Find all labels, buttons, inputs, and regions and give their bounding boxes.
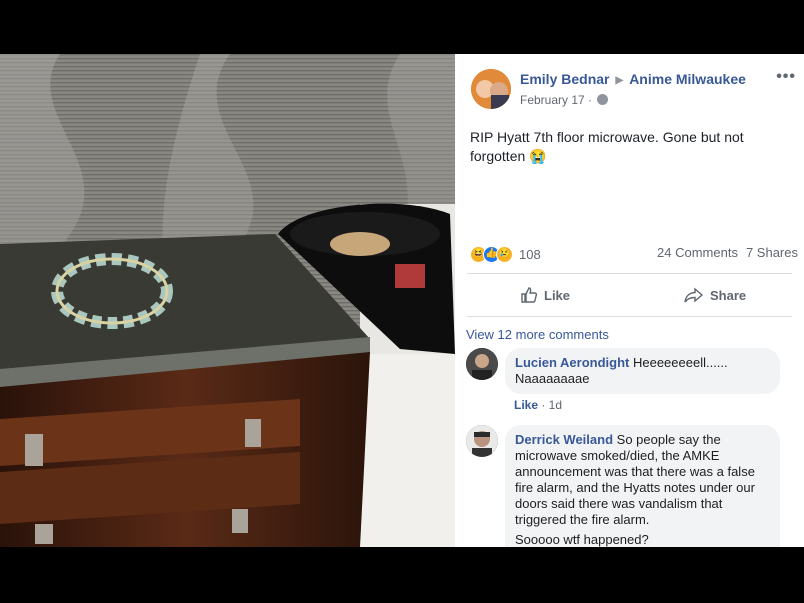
like-button[interactable]: Like (520, 284, 570, 306)
comment-bubble: Derrick Weiland So people say the microw… (505, 425, 780, 547)
post-author-line: Emily Bednar ▶ Anime Milwaukee (520, 71, 746, 87)
commenter-avatar[interactable] (466, 425, 498, 457)
divider (467, 273, 792, 274)
comment-text-continued: Sooooo wtf happened? (515, 532, 649, 547)
thumbs-up-icon (521, 287, 538, 303)
arrow-right-icon: ▶ (615, 75, 624, 86)
like-label: Like (544, 287, 571, 303)
comment-like-button[interactable]: Like (514, 398, 538, 412)
post-meta: February 17 · (520, 93, 609, 107)
share-label: Share (710, 287, 747, 303)
engagement-counts: 24 Comments 7 Shares (657, 245, 798, 260)
ellipsis-icon[interactable]: ••• (776, 68, 796, 86)
comment-time[interactable]: · 1d (538, 398, 562, 412)
author-name[interactable]: Emily Bednar (520, 71, 609, 87)
photo-illustration (0, 54, 455, 547)
sad-icon: 😢 (496, 245, 513, 263)
commenter-name[interactable]: Lucien Aerondight (515, 355, 629, 370)
commenter-name[interactable]: Derrick Weiland (515, 432, 613, 447)
group-name[interactable]: Anime Milwaukee (629, 71, 746, 87)
globe-icon (597, 94, 609, 105)
comment-bubble: Lucien Aerondight Heeeeeeeell...... Naaa… (505, 348, 780, 394)
post-text: RIP Hyatt 7th floor microwave. Gone but … (470, 129, 744, 164)
post-panel: Emily Bednar ▶ Anime Milwaukee February 17… (455, 54, 804, 547)
share-arrow-icon (684, 287, 704, 303)
shares-count[interactable]: 7 Shares (746, 245, 798, 260)
share-button[interactable]: Share (684, 284, 746, 306)
screenshot-frame: Emily Bednar ▶ Anime Milwaukee February 17… (0, 0, 804, 603)
view-more-comments-link[interactable]: View 12 more comments (466, 327, 609, 342)
comment-actions: Like · 1d (514, 398, 562, 412)
comments-count[interactable]: 24 Comments (657, 245, 738, 260)
reaction-count: 108 (519, 246, 541, 262)
commenter-avatar[interactable] (466, 348, 498, 380)
divider (467, 316, 792, 317)
author-avatar[interactable] (471, 69, 511, 109)
post-date[interactable]: February 17 · (520, 93, 592, 107)
post-photo[interactable] (0, 54, 455, 547)
reactions-summary[interactable]: 😆 👍 😢 108 (470, 245, 541, 263)
